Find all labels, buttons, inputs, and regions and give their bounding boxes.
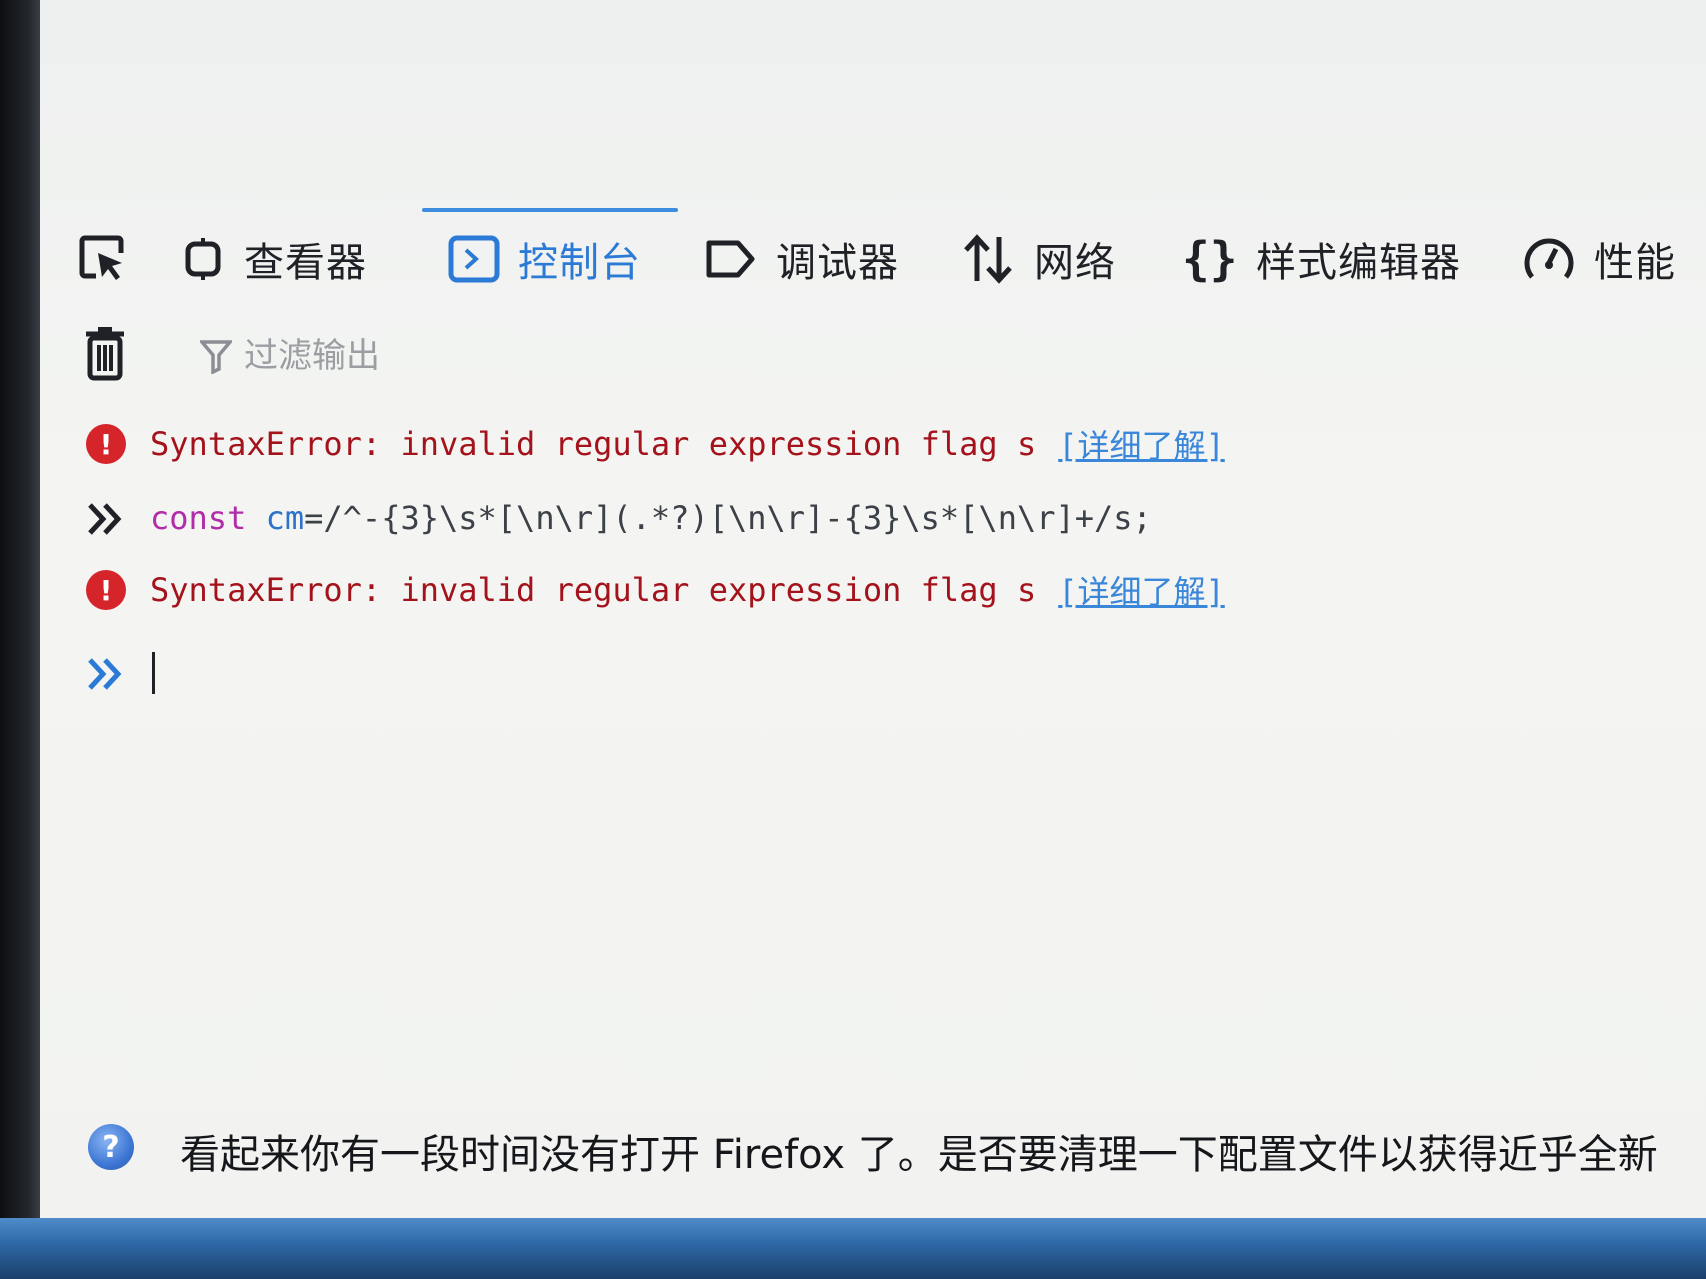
console-icon [448, 235, 500, 283]
tab-console-label: 控制台 [518, 240, 641, 286]
selected-tab-indicator [422, 208, 678, 212]
tab-performance-label: 性能 [1594, 240, 1676, 286]
error-message-text: SyntaxError: invalid regular expression … [150, 571, 1037, 609]
console-input-echo: const cm =/^-{3}\s*[\n\r](.*?)[\n\r]-{3}… [40, 490, 1706, 546]
tab-style-editor[interactable]: {} 样式编辑器 [1180, 228, 1461, 290]
error-message-text: SyntaxError: invalid regular expression … [150, 425, 1037, 463]
filter-input[interactable] [242, 335, 766, 377]
command-expression: =/^-{3}\s*[\n\r](.*?)[\n\r]-{3}\s*[\n\r]… [304, 499, 1152, 537]
chevrons-right-icon [88, 503, 122, 535]
inspector-icon [185, 238, 221, 280]
text-cursor [152, 652, 155, 694]
console-input-line[interactable] [40, 645, 1706, 701]
tab-debugger[interactable]: 调试器 [704, 228, 899, 290]
command-variable: cm [265, 499, 305, 537]
filter-icon [200, 340, 232, 374]
notification-text: 看起来你有一段时间没有打开 Firefox 了。是否要清理一下配置文件以获得近乎… [180, 1132, 1658, 1178]
element-picker-button[interactable] [76, 228, 128, 290]
monitor-bezel-bottom [0, 1218, 1706, 1279]
console-message-error: ! SyntaxError: invalid regular expressio… [40, 416, 1706, 472]
learn-more-link[interactable]: [详细了解] [1058, 421, 1225, 467]
network-icon [964, 234, 1012, 284]
tab-inspector-label: 查看器 [244, 240, 367, 286]
tab-console[interactable]: 控制台 [448, 228, 641, 290]
filter-output-field[interactable] [200, 329, 800, 383]
monitor-bezel-left [0, 0, 40, 1279]
notification-bar: ? 看起来你有一段时间没有打开 Firefox 了。是否要清理一下配置文件以获得… [40, 1118, 1706, 1178]
console-message-error: ! SyntaxError: invalid regular expressio… [40, 562, 1706, 618]
element-picker-icon [79, 235, 124, 280]
debugger-icon [706, 240, 755, 278]
question-icon: ? [88, 1124, 134, 1170]
command-keyword: const [150, 499, 247, 537]
trash-icon [86, 327, 124, 381]
clear-console-button[interactable] [84, 325, 126, 387]
error-icon: ! [86, 570, 126, 610]
devtools-toolbar: 查看器 控制台 调试器 网络 {} 样式编辑器 性能 [40, 228, 1706, 290]
tab-debugger-label: 调试器 [776, 240, 899, 286]
error-icon: ! [86, 424, 126, 464]
tab-network-label: 网络 [1034, 240, 1116, 286]
tab-style-editor-label: 样式编辑器 [1256, 240, 1461, 286]
tab-inspector[interactable]: 查看器 [180, 228, 367, 290]
tab-performance[interactable]: 性能 [1522, 228, 1676, 290]
tab-network[interactable]: 网络 [960, 228, 1116, 290]
prompt-chevrons-icon [88, 658, 122, 690]
performance-icon [1524, 238, 1574, 279]
devtools-window: 查看器 控制台 调试器 网络 {} 样式编辑器 性能 过滤输出 ! Syntax… [40, 0, 1706, 1218]
svg-text:{}: {} [1182, 233, 1237, 285]
console-filter-bar [40, 325, 1706, 387]
learn-more-link[interactable]: [详细了解] [1058, 567, 1225, 613]
style-editor-icon: {} [1182, 233, 1237, 285]
